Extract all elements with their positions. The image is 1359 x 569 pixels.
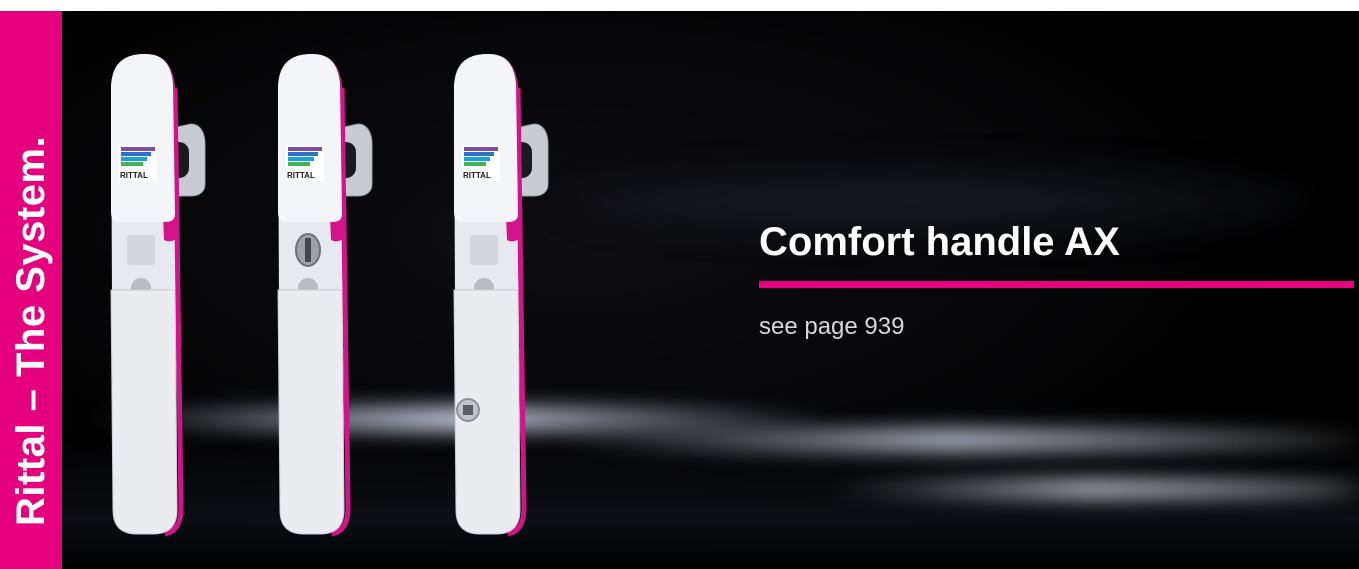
comfort-handle-product-image: RITTAL xyxy=(105,50,206,550)
floor-reflection xyxy=(62,441,1359,569)
handle-illustration: RITTAL xyxy=(277,54,373,537)
comfort-handle-product-image: RITTAL xyxy=(448,50,549,550)
product-hero-image xyxy=(62,11,1359,569)
light-streak xyxy=(822,481,1359,497)
handle-illustration: RITTAL xyxy=(110,54,206,537)
brand-tagline: Rittal – The System. xyxy=(9,135,53,526)
comfort-handle-product-image: RITTAL xyxy=(272,50,373,550)
page: Rittal – The System. RITTAL RITTAL RITTA… xyxy=(0,0,1359,569)
handle-illustration: RITTAL xyxy=(453,54,549,537)
product-title: Comfort handle AX xyxy=(759,220,1120,264)
rittal-logo: RITTAL xyxy=(120,171,148,180)
rittal-logo: RITTAL xyxy=(287,171,315,180)
title-underline-divider xyxy=(759,281,1354,288)
rittal-logo: RITTAL xyxy=(463,171,491,180)
brand-side-band: Rittal – The System. xyxy=(0,11,62,569)
light-streak xyxy=(542,429,1359,451)
page-reference-text: see page 939 xyxy=(759,313,905,340)
